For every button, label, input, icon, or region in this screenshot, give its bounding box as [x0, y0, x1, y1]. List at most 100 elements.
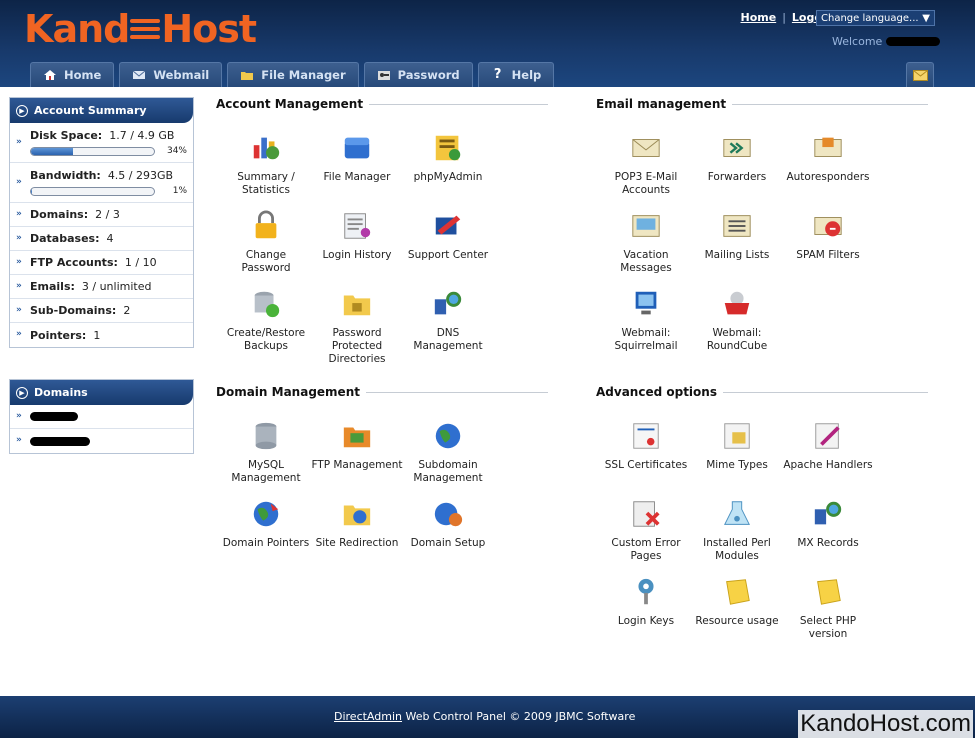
summary-bandwidth[interactable]: » Bandwidth: 4.5 / 293GB 1%	[10, 163, 193, 203]
tool-database[interactable]: MySQL Management	[220, 420, 312, 485]
summary-pointers[interactable]: » Pointers: 1	[10, 323, 193, 347]
squirrelmail-icon	[635, 291, 657, 315]
perl-modules-icon	[724, 501, 750, 525]
summary-emails[interactable]: » Emails: 3 / unlimited	[10, 275, 193, 299]
tool-statistics[interactable]: Summary / Statistics	[220, 132, 312, 197]
arrow-right-icon: »	[16, 136, 22, 147]
tool-label: Password	[241, 262, 291, 274]
summary-domains[interactable]: » Domains: 2 / 3	[10, 203, 193, 227]
tool-support-center[interactable]: Support Center	[402, 210, 494, 262]
summary-databases[interactable]: » Databases: 4	[10, 227, 193, 251]
tool-login-keys[interactable]: Login Keys	[600, 576, 692, 628]
domain-management-section: Domain Management	[216, 385, 548, 399]
home-link[interactable]: Home	[741, 11, 777, 24]
tool-lock[interactable]: Change Password	[220, 210, 312, 275]
advanced-options-section: Advanced options	[596, 385, 928, 399]
tool-forwarder[interactable]: Forwarders	[691, 132, 783, 184]
database-icon	[255, 422, 277, 450]
site-redirection-icon	[343, 505, 371, 526]
tab-home[interactable]: Home	[30, 62, 115, 87]
tool-label: phpMyAdmin	[413, 171, 483, 183]
tool-resource-usage[interactable]: Resource usage	[691, 576, 783, 628]
arrow-right-icon: »	[16, 208, 22, 219]
tool-squirrelmail[interactable]: Webmail: Squirrelmail	[600, 288, 692, 353]
tool-label: Installed Perl	[703, 537, 771, 549]
tool-vacation[interactable]: Vacation Messages	[600, 210, 692, 275]
certificate-icon	[633, 423, 659, 449]
tool-envelope[interactable]: POP3 E-Mail Accounts	[600, 132, 692, 197]
messages-tab[interactable]	[906, 62, 934, 87]
collapse-icon[interactable]: ▶	[16, 386, 28, 399]
arrow-right-icon: »	[16, 256, 22, 267]
domains-header: ▶ Domains	[10, 380, 193, 405]
summary-sub-domains[interactable]: » Sub-Domains: 2	[10, 299, 193, 323]
summary-value: 3 / unlimited	[81, 280, 152, 293]
domain-list-item[interactable]: »	[10, 405, 193, 429]
tool-protected-folder[interactable]: Password Protected Directories	[311, 288, 403, 366]
tool-roundcube[interactable]: Webmail: RoundCube	[691, 288, 783, 353]
tool-backup[interactable]: Create/Restore Backups	[220, 288, 312, 353]
account-summary-title: Account Summary	[34, 104, 147, 117]
tool-perl-modules[interactable]: Installed Perl Modules	[691, 498, 783, 563]
summary-value: 1 / 10	[124, 256, 157, 269]
vacation-icon	[632, 215, 660, 237]
tool-autoresponder[interactable]: Autoresponders	[782, 132, 874, 184]
tool-certificate[interactable]: SSL Certificates	[600, 420, 692, 472]
tool-mx-records[interactable]: MX Records	[782, 498, 874, 550]
language-select[interactable]: Change language... ▼	[816, 10, 935, 26]
language-select-value: Change language...	[821, 12, 919, 24]
tool-site-redirection[interactable]: Site Redirection	[311, 498, 403, 550]
domains-panel: ▶ Domains » »	[9, 379, 194, 454]
folder-icon	[241, 72, 254, 80]
tab-password[interactable]: Password	[363, 62, 473, 87]
summary-label: FTP Accounts:	[30, 256, 118, 269]
tool-label: Webmail:	[621, 327, 671, 339]
tab-file-manager[interactable]: File Manager	[227, 62, 359, 87]
redacted-domain	[30, 436, 90, 446]
backup-icon	[254, 291, 280, 318]
tab-home-label: Home	[64, 68, 102, 82]
tool-mailing-list[interactable]: Mailing Lists	[691, 210, 783, 262]
tool-phpmyadmin[interactable]: phpMyAdmin	[402, 132, 494, 184]
brand-logo[interactable]: Kand Host	[24, 6, 257, 52]
collapse-icon[interactable]: ▶	[16, 104, 28, 117]
tool-label: Custom Error	[611, 537, 681, 549]
tool-spam-filter[interactable]: SPAM Filters	[782, 210, 874, 262]
domain-setup-icon	[434, 502, 463, 527]
tool-label: Create/Restore	[226, 327, 306, 339]
tool-domain-pointer[interactable]: Domain Pointers	[220, 498, 312, 550]
tool-label: File Manager	[323, 171, 391, 183]
tool-ftp[interactable]: FTP Management	[311, 420, 403, 472]
tool-dns[interactable]: DNS Management	[402, 288, 494, 353]
tab-webmail[interactable]: Webmail	[119, 62, 223, 87]
key-icon	[377, 71, 390, 80]
tool-label: Login History	[322, 249, 392, 261]
tool-login-history[interactable]: Login History	[311, 210, 403, 262]
summary-ftp-accounts[interactable]: » FTP Accounts: 1 / 10	[10, 251, 193, 275]
summary-disk-space[interactable]: » Disk Space: 1.7 / 4.9 GB 34%	[10, 123, 193, 163]
tool-globe[interactable]: Subdomain Management	[402, 420, 494, 485]
brand-mark-icon	[130, 14, 161, 44]
tool-label: RoundCube	[706, 340, 768, 352]
tab-help[interactable]: ? Help	[477, 62, 555, 87]
watermark: KandoHost.com	[798, 710, 973, 738]
tool-label: Webmail:	[712, 327, 762, 339]
tool-file-manager[interactable]: File Manager	[311, 132, 403, 184]
disk-value: 1.7 / 4.9 GB	[109, 129, 175, 142]
section-title-text: Advanced options	[596, 385, 717, 399]
tool-domain-setup[interactable]: Domain Setup	[402, 498, 494, 550]
tool-mime-types[interactable]: Mime Types	[691, 420, 783, 472]
section-title-text: Account Management	[216, 97, 364, 111]
arrow-right-icon: »	[16, 232, 22, 243]
tool-apache-handlers[interactable]: Apache Handlers	[782, 420, 874, 472]
resource-usage-icon	[726, 579, 750, 605]
tool-label: version	[808, 628, 848, 640]
disk-usage-fill	[31, 147, 73, 155]
directadmin-link[interactable]: DirectAdmin	[334, 710, 402, 723]
domain-list-item[interactable]: »	[10, 429, 193, 453]
tool-error-page[interactable]: Custom Error Pages	[600, 498, 692, 563]
support-center-icon	[435, 215, 461, 235]
tab-help-label: Help	[511, 68, 542, 82]
tool-label: Directories	[328, 353, 386, 365]
tool-php-version[interactable]: Select PHP version	[782, 576, 874, 641]
